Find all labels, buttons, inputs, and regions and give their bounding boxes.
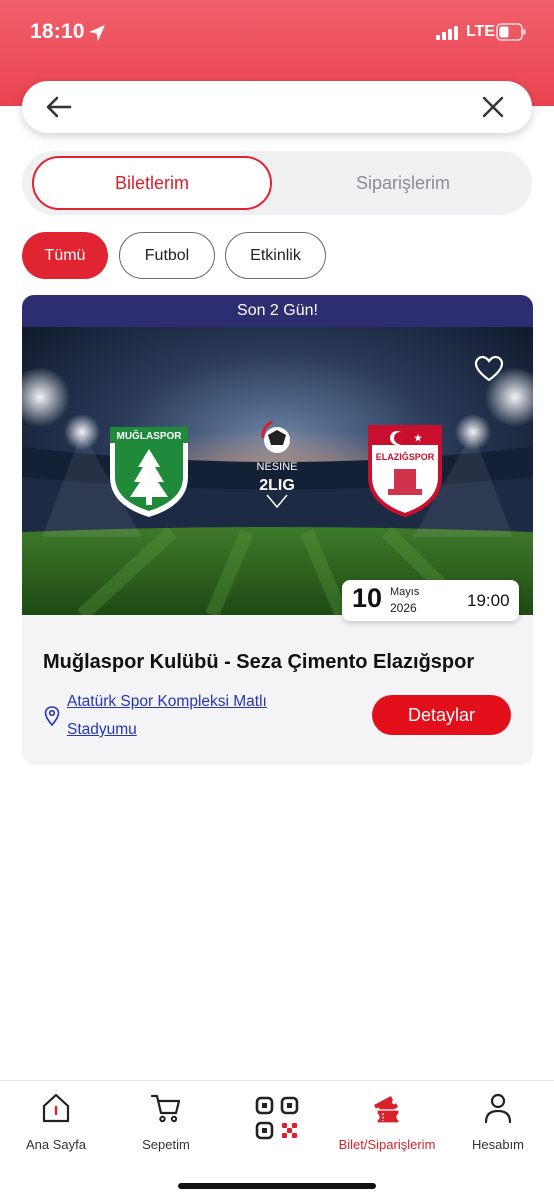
svg-text:MUĞLASPOR: MUĞLASPOR bbox=[117, 429, 183, 442]
home-indicator bbox=[178, 1183, 376, 1189]
tab-cart[interactable]: Sepetim bbox=[111, 1092, 221, 1162]
svg-text:NESINE: NESINE bbox=[257, 461, 298, 473]
card-banner: Son 2 Gün! bbox=[22, 295, 533, 327]
battery-icon bbox=[496, 23, 526, 41]
home-icon bbox=[42, 1093, 70, 1123]
status-bar: 18:10 LTE bbox=[0, 0, 554, 66]
date-month: Mayıs bbox=[390, 586, 420, 598]
match-title: Muğlaspor Kulübü - Seza Çimento Elazığsp… bbox=[43, 651, 475, 673]
location-arrow-icon bbox=[89, 25, 105, 41]
filter-chip-all[interactable]: Tümü bbox=[22, 232, 108, 279]
cart-icon bbox=[150, 1094, 181, 1123]
heart-icon[interactable] bbox=[474, 355, 504, 383]
ticket-icon bbox=[374, 1096, 400, 1124]
back-arrow-icon[interactable] bbox=[46, 95, 72, 119]
location-pin-icon bbox=[44, 706, 60, 726]
segmented-control: Biletlerim Siparişlerim bbox=[22, 151, 532, 215]
filter-chip-event[interactable]: Etkinlik bbox=[225, 232, 326, 279]
tab-tickets-orders[interactable]: Bilet/Siparişlerim bbox=[332, 1092, 442, 1162]
svg-text:ELAZIĞSPOR: ELAZIĞSPOR bbox=[376, 451, 435, 462]
user-icon bbox=[484, 1093, 512, 1124]
tab-qr[interactable] bbox=[222, 1092, 332, 1162]
signal-icon bbox=[436, 26, 458, 40]
event-image: MUĞLASPOR NESINE 2LIG ★ ELAZIĞSPOR bbox=[22, 327, 533, 615]
date-year: 2026 bbox=[390, 601, 417, 615]
filter-chip-football[interactable]: Futbol bbox=[119, 232, 215, 279]
qr-code-icon bbox=[255, 1096, 299, 1140]
tab-label: Sepetim bbox=[142, 1137, 190, 1152]
search-bar bbox=[22, 81, 532, 133]
tab-label: Bilet/Siparişlerim bbox=[338, 1137, 436, 1152]
tab-label: Ana Sayfa bbox=[26, 1137, 86, 1152]
away-team-logo: ★ ELAZIĞSPOR bbox=[368, 425, 442, 518]
svg-text:★: ★ bbox=[414, 433, 423, 443]
search-input[interactable] bbox=[88, 91, 468, 123]
close-icon[interactable] bbox=[482, 96, 504, 118]
tab-account[interactable]: Hesabım bbox=[443, 1092, 553, 1162]
tab-label: Hesabım bbox=[471, 1137, 525, 1152]
details-button[interactable]: Detaylar bbox=[372, 695, 511, 735]
date-day: 10 bbox=[352, 583, 383, 613]
event-date: 10 Mayıs 2026 19:00 bbox=[342, 580, 519, 621]
tab-siparislerim[interactable]: Siparişlerim bbox=[284, 156, 522, 210]
tab-biletlerim[interactable]: Biletlerim bbox=[32, 156, 272, 210]
status-time: 18:10 bbox=[30, 20, 85, 43]
tab-home[interactable]: Ana Sayfa bbox=[1, 1092, 111, 1162]
event-time: 19:00 bbox=[467, 591, 510, 610]
svg-text:2LIG: 2LIG bbox=[259, 477, 295, 494]
venue-link[interactable]: Atatürk Spor Kompleksi Matlı Stadyumu bbox=[67, 688, 337, 744]
network-label: LTE bbox=[466, 23, 496, 40]
